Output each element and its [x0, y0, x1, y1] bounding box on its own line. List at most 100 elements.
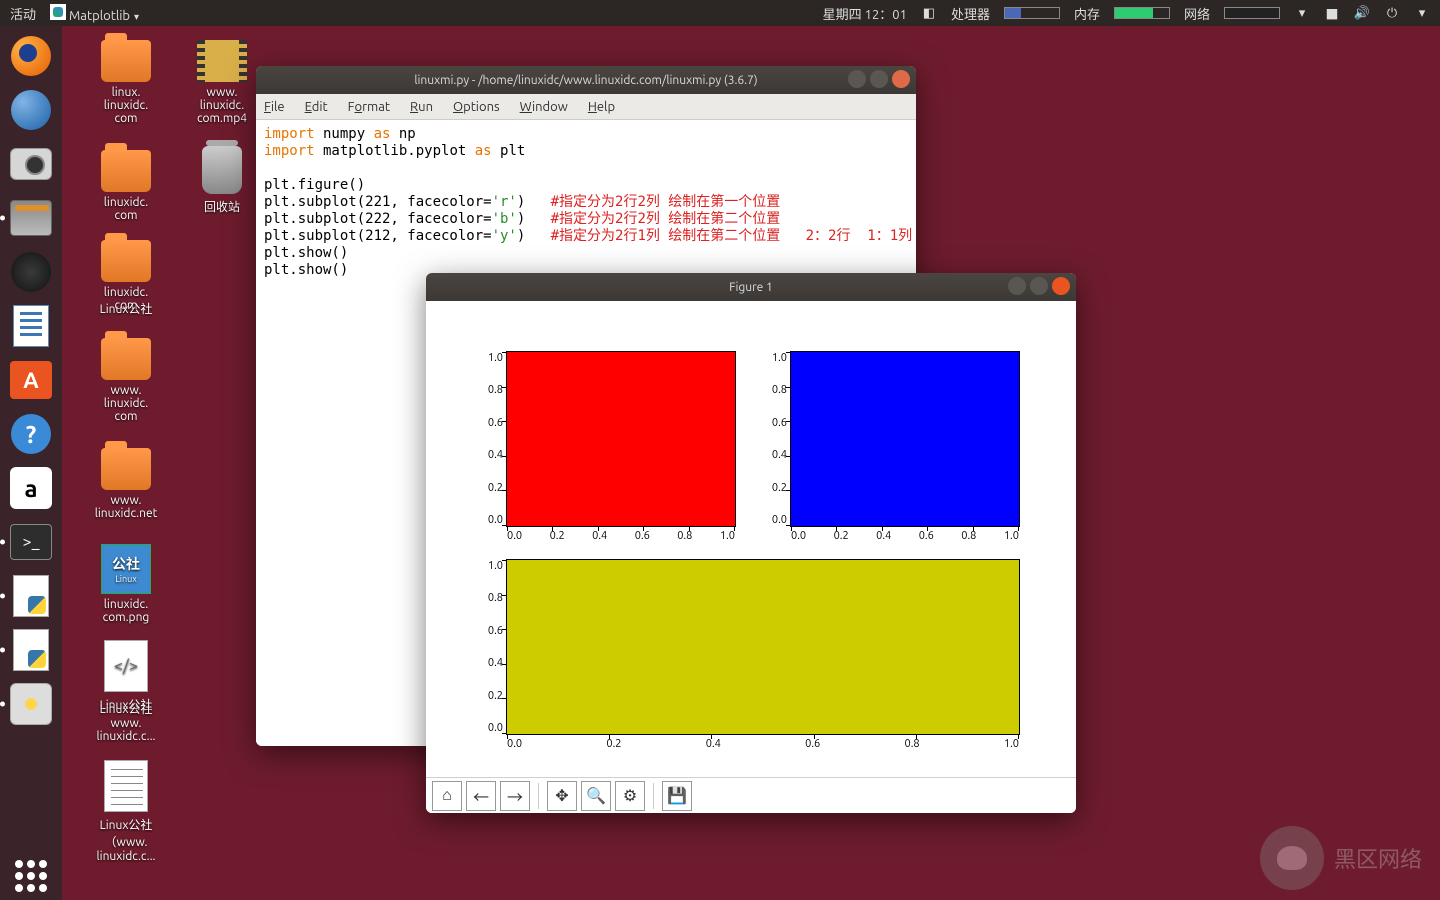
launcher-rhythmbox[interactable] — [7, 248, 55, 296]
thunderbird-icon — [11, 90, 51, 130]
toolbar-forward-button[interactable]: → — [500, 781, 530, 811]
launcher-image-viewer[interactable] — [7, 680, 55, 728]
menu-run[interactable]: Run — [410, 100, 433, 114]
menu-format[interactable]: Format — [348, 100, 390, 114]
save-icon: 💾 — [667, 786, 687, 805]
files-icon — [10, 200, 52, 236]
character-map-icon[interactable]: ◧ — [921, 5, 937, 21]
desktop-label-linux-gongshe-2[interactable]: Linux公社 www. linuxidc.c... — [78, 700, 174, 743]
move-icon: ✥ — [555, 786, 568, 805]
launcher-camera[interactable] — [7, 140, 55, 188]
desktop-label-linux-gongshe[interactable]: Linux公社 — [78, 300, 174, 317]
cpu-meter — [1004, 7, 1060, 19]
close-button[interactable] — [1052, 277, 1070, 295]
clock[interactable]: 星期四 12：01 — [823, 4, 907, 23]
python-file-icon — [13, 629, 49, 671]
figure-toolbar: ⌂ ← → ✥ 🔍 ⚙ 💾 — [426, 777, 1076, 813]
help-icon: ? — [11, 414, 51, 454]
apps-grid-icon — [15, 860, 47, 892]
desktop-folder-www-linuxidc-net[interactable]: www. linuxidc.net — [78, 448, 174, 520]
launcher-software[interactable]: A — [7, 356, 55, 404]
volume-icon[interactable]: 🔊 — [1354, 5, 1370, 21]
menu-file[interactable]: File — [264, 100, 285, 114]
desktop-text-file[interactable]: Linux公社 （www. linuxidc.c... — [78, 760, 174, 863]
toolbar-configure-button[interactable]: ⚙ — [615, 781, 645, 811]
rhythmbox-icon — [11, 252, 51, 292]
net-meter — [1224, 7, 1280, 19]
mem-label: 内存 — [1074, 4, 1100, 23]
toolbar-pan-button[interactable]: ✥ — [547, 781, 577, 811]
subplot-222: 1.00.80.60.40.20.0 0.00.20.40.60.81.0 — [790, 351, 1020, 527]
net-label: 网络 — [1184, 4, 1210, 23]
trash-icon — [202, 146, 242, 194]
code-file-icon: </> — [104, 640, 148, 692]
figure-canvas: 1.00.80.60.40.20.0 0.00.20.40.60.81.0 1.… — [426, 301, 1076, 777]
menu-window[interactable]: Window — [520, 100, 568, 114]
maximize-button[interactable] — [1030, 277, 1048, 295]
terminal-icon: >_ — [10, 524, 52, 560]
sliders-icon: ⚙ — [623, 786, 637, 805]
launcher-idle-1[interactable] — [7, 572, 55, 620]
toolbar-zoom-button[interactable]: 🔍 — [581, 781, 611, 811]
network-icon[interactable]: ■ — [1324, 5, 1340, 21]
mem-meter — [1114, 7, 1170, 19]
close-button[interactable] — [892, 70, 910, 88]
desktop-folder-linuxidc-com[interactable]: linuxidc. com — [78, 150, 174, 222]
matplotlib-icon — [50, 4, 66, 20]
launcher-thunderbird[interactable] — [7, 86, 55, 134]
launcher-terminal[interactable]: >_ — [7, 518, 55, 566]
editor-title: linuxmi.py - /home/linuxidc/www.linuxidc… — [256, 74, 916, 87]
camera-icon — [10, 148, 52, 180]
minimize-button[interactable] — [848, 70, 866, 88]
minimize-button[interactable] — [1008, 277, 1026, 295]
folder-icon — [101, 448, 151, 490]
power-icon[interactable]: ⏻ — [1384, 5, 1400, 21]
firefox-icon — [11, 36, 51, 76]
system-menu-icon[interactable]: ▾ — [1414, 5, 1430, 21]
launcher-idle-2[interactable] — [7, 626, 55, 674]
zoom-icon: 🔍 — [586, 786, 606, 805]
launcher-writer[interactable] — [7, 302, 55, 350]
desktop-folder-www-linuxidc-com[interactable]: www. linuxidc. com — [78, 338, 174, 423]
cpu-label: 处理器 — [951, 4, 990, 23]
matplotlib-figure-window[interactable]: Figure 1 1.00.80.60.40.20.0 0.00.20.40.6… — [426, 273, 1076, 813]
launcher-files[interactable] — [7, 194, 55, 242]
arrow-left-icon: ← — [473, 784, 489, 808]
activities-button[interactable]: 活动 — [10, 4, 36, 23]
maximize-button[interactable] — [870, 70, 888, 88]
software-icon: A — [10, 361, 52, 399]
folder-icon — [101, 150, 151, 192]
toolbar-save-button[interactable]: 💾 — [662, 781, 692, 811]
python-file-icon — [13, 575, 49, 617]
launcher-help[interactable]: ? — [7, 410, 55, 458]
editor-menubar: File Edit Format Run Options Window Help — [256, 94, 916, 120]
menu-options[interactable]: Options — [453, 100, 500, 114]
launcher-amazon[interactable]: a — [7, 464, 55, 512]
arrow-right-icon: → — [507, 784, 523, 808]
toolbar-separator — [538, 783, 539, 809]
subplot-212: 1.00.80.60.40.20.0 0.00.20.40.60.81.0 — [506, 559, 1020, 735]
input-method-icon[interactable]: ▾ — [1294, 5, 1310, 21]
launcher-apps[interactable] — [7, 852, 55, 900]
amazon-icon: a — [10, 467, 52, 509]
subplot-221: 1.00.80.60.40.20.0 0.00.20.40.60.81.0 — [506, 351, 736, 527]
editor-titlebar[interactable]: linuxmi.py - /home/linuxidc/www.linuxidc… — [256, 66, 916, 94]
top-panel: 活动 Matplotlib▾ 星期四 12：01 ◧ 处理器 内存 网络 ▾ ■… — [0, 0, 1440, 26]
menu-help[interactable]: Help — [588, 100, 615, 114]
launcher-dock: A ? a >_ — [0, 26, 62, 900]
png-thumbnail-icon: 公社Linux — [101, 544, 151, 594]
figure-titlebar[interactable]: Figure 1 — [426, 273, 1076, 301]
menu-edit[interactable]: Edit — [305, 100, 328, 114]
desktop-png-file[interactable]: 公社Linuxlinuxidc. com.png — [78, 544, 174, 624]
libreoffice-writer-icon — [13, 305, 49, 347]
image-viewer-icon — [10, 683, 52, 725]
text-file-icon — [104, 760, 148, 812]
toolbar-home-button[interactable]: ⌂ — [432, 781, 462, 811]
video-file-icon — [197, 40, 247, 82]
folder-icon — [101, 240, 151, 282]
launcher-firefox[interactable] — [7, 32, 55, 80]
figure-title: Figure 1 — [426, 281, 1076, 294]
desktop-folder-linux-linuxidc-com[interactable]: linux. linuxidc. com — [78, 40, 174, 125]
toolbar-back-button[interactable]: ← — [466, 781, 496, 811]
app-menu[interactable]: Matplotlib▾ — [50, 4, 139, 23]
